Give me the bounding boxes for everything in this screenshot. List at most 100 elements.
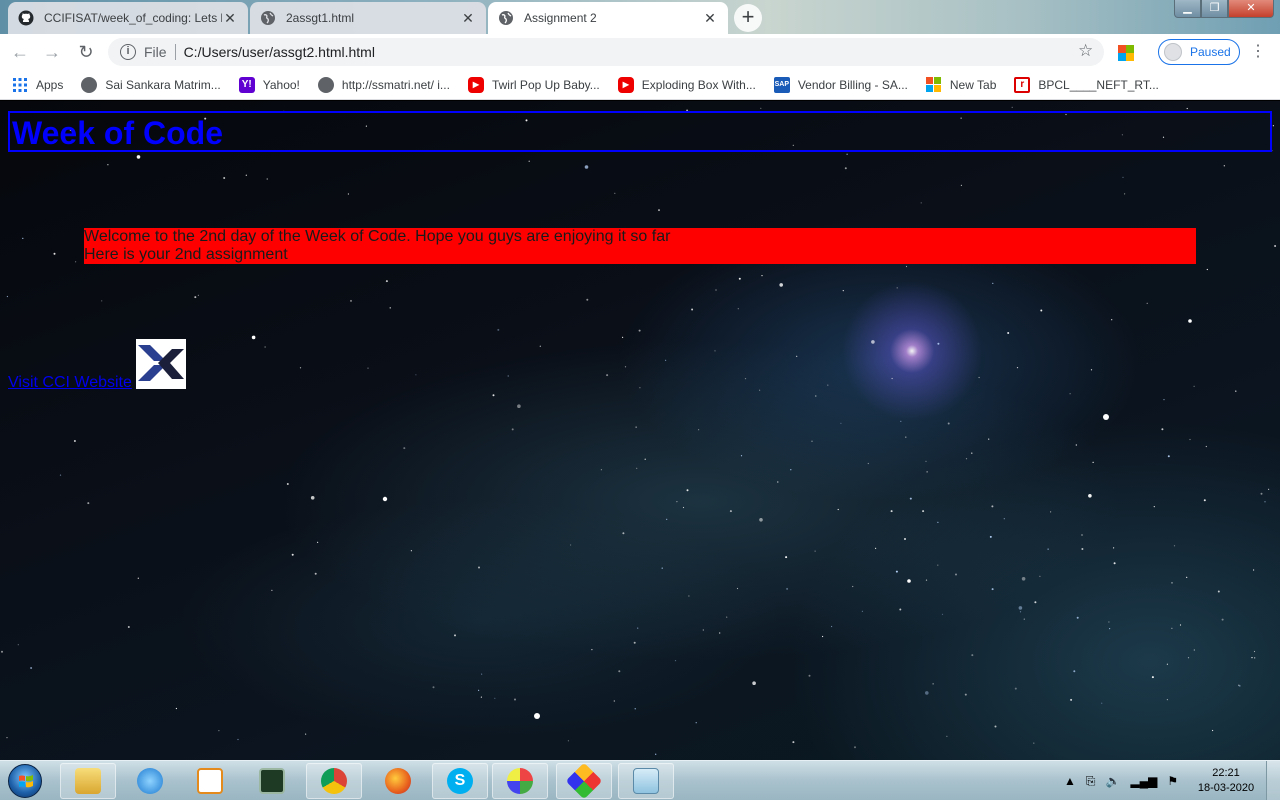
star-dot: [1253, 650, 1256, 653]
avatar: [1164, 43, 1182, 61]
taskbar-chrome[interactable]: [306, 763, 362, 799]
bookmark-label: New Tab: [949, 77, 997, 92]
back-arrow-icon[interactable]: ←: [8, 40, 32, 64]
taskbar-internet-explorer[interactable]: [122, 763, 178, 799]
star-dot: [638, 329, 641, 332]
star-dot: [6, 295, 8, 298]
star-dot: [1122, 176, 1124, 178]
star-dot: [637, 627, 639, 629]
star-dot: [75, 261, 77, 263]
bookmark-twirl-pop-up[interactable]: ▶ Twirl Pop Up Baby...: [467, 76, 600, 93]
taskbar-file-explorer[interactable]: [60, 763, 116, 799]
cci-logo-icon[interactable]: [136, 339, 186, 389]
taskbar-media-player[interactable]: [182, 763, 238, 799]
taskbar-paint[interactable]: [492, 763, 548, 799]
bpcl-icon: r: [1014, 76, 1031, 93]
bright-star: [1188, 319, 1192, 323]
bookmark-label: http://ssmatri.net/ i...: [341, 77, 450, 92]
bookmark-ssmatri[interactable]: http://ssmatri.net/ i...: [317, 76, 450, 93]
restore-icon[interactable]: ❐: [1201, 0, 1228, 18]
taskbar-skype[interactable]: S: [432, 763, 488, 799]
taskbar-task-manager[interactable]: [244, 763, 300, 799]
forward-arrow-icon[interactable]: →: [40, 40, 64, 64]
start-button[interactable]: [2, 762, 48, 800]
bookmark-exploding-box[interactable]: ▶ Exploding Box With...: [617, 76, 756, 93]
star-dot: [814, 550, 816, 552]
volume-icon[interactable]: 🔈: [1106, 774, 1121, 788]
star-dot: [286, 483, 289, 485]
bookmark-yahoo[interactable]: Y! Yahoo!: [238, 76, 300, 93]
taskbar-notepad[interactable]: [618, 763, 674, 799]
star-dot: [904, 538, 906, 540]
star-dot: [1151, 676, 1154, 679]
minimize-icon[interactable]: ▁: [1174, 0, 1201, 18]
taskbar-snipping-tool[interactable]: [556, 762, 612, 800]
kebab-menu-icon[interactable]: ⋮: [1250, 42, 1266, 62]
globe-icon: [81, 76, 98, 93]
system-tray: ▲ ⎘ 🔈 ▂▄▆ ⚑: [1064, 761, 1178, 800]
visit-cci-link[interactable]: Visit CCI Website: [8, 374, 132, 392]
star-dot: [410, 550, 412, 552]
taskbar-firefox[interactable]: [370, 763, 426, 799]
star-dot: [909, 497, 912, 500]
star-dot: [317, 541, 319, 543]
star-dot: [514, 698, 516, 701]
star-dot: [350, 299, 352, 302]
star-dot: [920, 202, 922, 204]
bookmark-sai-sankara[interactable]: Sai Sankara Matrim...: [81, 76, 221, 93]
info-icon[interactable]: i: [120, 44, 136, 60]
bookmark-new-tab[interactable]: New Tab: [926, 76, 997, 93]
system-clock[interactable]: 22:21 18-03-2020: [1196, 766, 1256, 796]
star-dot: [1090, 369, 1093, 371]
globe-icon: [260, 10, 276, 26]
profile-button[interactable]: Paused: [1158, 39, 1240, 65]
star-dot: [1235, 390, 1237, 392]
windows-tiles-icon[interactable]: [1118, 45, 1134, 61]
close-window-icon[interactable]: ✕: [1228, 0, 1274, 18]
network-signal-icon[interactable]: ▂▄▆: [1130, 774, 1157, 788]
star-dot: [1223, 165, 1225, 167]
address-bar[interactable]: i File C:/Users/user/assgt2.html.html: [108, 38, 1104, 66]
star-dot: [245, 174, 247, 176]
close-tab-icon[interactable]: ✕: [702, 10, 718, 26]
show-desktop-button[interactable]: [1266, 761, 1280, 800]
star-dot: [266, 178, 268, 180]
star-dot: [528, 160, 530, 162]
bookmark-apps[interactable]: Apps: [12, 77, 63, 93]
action-center-flag-icon[interactable]: ⚑: [1167, 774, 1178, 788]
bookmark-bpcl[interactable]: r BPCL____NEFT_RT...: [1014, 76, 1159, 93]
star-dot: [1203, 499, 1206, 502]
star-dot: [175, 707, 177, 710]
star-dot: [827, 384, 829, 386]
star-dot: [846, 153, 848, 155]
snipping-tool-icon: [565, 762, 603, 800]
reload-icon[interactable]: ↻: [74, 40, 98, 64]
bookmark-vendor-billing[interactable]: SAP Vendor Billing - SA...: [773, 76, 908, 93]
star-dot: [740, 455, 743, 457]
close-tab-icon[interactable]: ✕: [460, 10, 476, 26]
bookmark-star-icon[interactable]: ☆: [1078, 41, 1093, 61]
close-tab-icon[interactable]: ✕: [222, 10, 238, 26]
star-dot: [22, 237, 24, 239]
star-dot: [1039, 575, 1041, 577]
show-hidden-icons-icon[interactable]: ▲: [1064, 774, 1076, 788]
star-dot: [1171, 627, 1173, 629]
star-dot: [1254, 657, 1256, 659]
star-dot: [1251, 657, 1253, 659]
star-dot: [1081, 548, 1084, 550]
starfield-background: [1, 106, 1277, 755]
usb-device-icon[interactable]: ⎘: [1086, 774, 1096, 789]
star-dot: [736, 587, 739, 590]
star-dot: [655, 753, 657, 755]
tab-assignment-2[interactable]: Assignment 2 ✕: [488, 2, 728, 34]
tab-2assgt1[interactable]: 2assgt1.html ✕: [250, 2, 486, 34]
bookmark-label: BPCL____NEFT_RT...: [1038, 77, 1159, 92]
star-dot: [792, 741, 795, 744]
star-dot: [494, 697, 496, 699]
new-tab-button[interactable]: +: [734, 4, 762, 32]
star-dot: [658, 209, 660, 212]
star-dot: [1260, 492, 1263, 495]
star-dot: [702, 629, 704, 631]
window-controls: ▁ ❐ ✕: [1174, 0, 1274, 18]
tab-github[interactable]: CCIFISAT/week_of_coding: Lets le ✕: [8, 2, 248, 34]
